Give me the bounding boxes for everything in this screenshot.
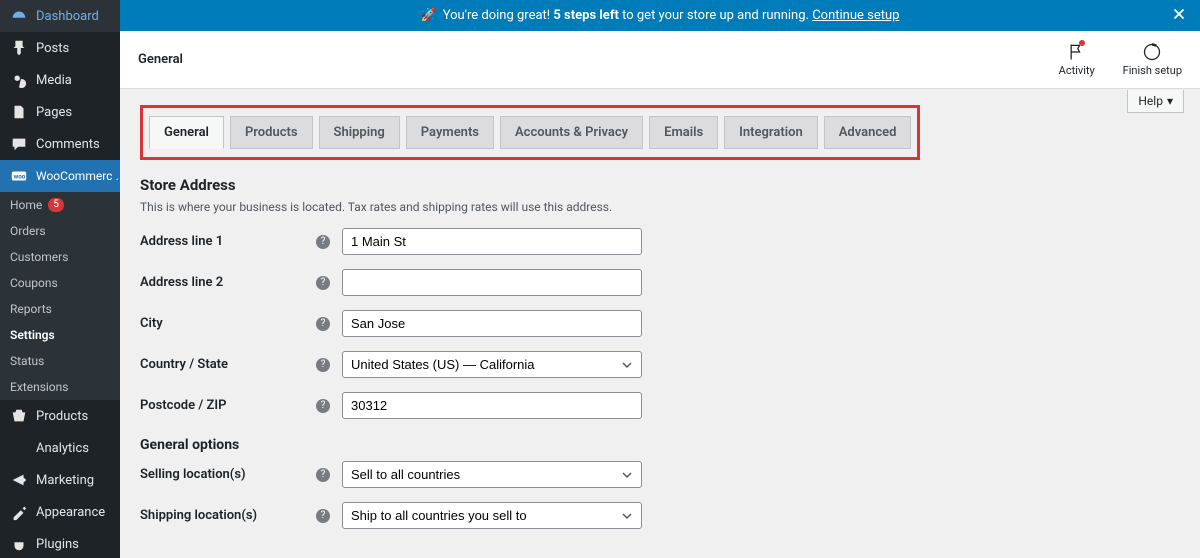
appearance-icon [10,503,28,521]
submenu-status[interactable]: Status [0,348,120,374]
help-icon[interactable]: ? [316,399,330,413]
selling-locations-select[interactable]: Sell to all countries [342,461,642,488]
submenu-customers[interactable]: Customers [0,244,120,270]
sidebar-item-dashboard[interactable]: Dashboard [0,0,120,32]
page-title: General [138,52,183,67]
close-icon [1170,5,1188,23]
help-icon[interactable]: ? [316,358,330,372]
tab-integration[interactable]: Integration [724,116,818,149]
submenu-home[interactable]: Home5 [0,192,120,218]
sidebar-item-pages[interactable]: Pages [0,96,120,128]
help-tab[interactable]: Help▾ [1127,90,1184,113]
sidebar-item-products[interactable]: Products [0,400,120,432]
address-line-1-input[interactable] [342,228,642,255]
submenu-orders[interactable]: Orders [0,218,120,244]
help-icon[interactable]: ? [316,468,330,482]
submenu-settings[interactable]: Settings [0,322,120,348]
address-line-2-input[interactable] [342,269,642,296]
activity-button[interactable]: Activity [1059,42,1095,77]
tab-advanced[interactable]: Advanced [824,116,912,149]
marketing-icon [10,471,28,489]
progress-icon [1142,42,1162,62]
sidebar-item-marketing[interactable]: Marketing [0,464,120,496]
address-line-2-label: Address line 2 [140,275,316,290]
sidebar-item-woocommerce[interactable]: woo WooCommerce [0,160,120,192]
sidebar-item-posts[interactable]: Posts [0,32,120,64]
sidebar-label: Comments [36,137,100,152]
address-line-1-label: Address line 1 [140,234,316,249]
page-header: General Activity Finish setup [120,31,1200,89]
rocket-icon: 🚀 [421,8,437,23]
sidebar-label: Products [36,409,88,424]
sidebar-item-comments[interactable]: Comments [0,128,120,160]
pages-icon [10,103,28,121]
postcode-input[interactable] [342,392,642,419]
sidebar-label: Pages [36,105,72,120]
sidebar-label: Posts [36,41,69,56]
sidebar-label: Dashboard [36,9,99,24]
finish-setup-button[interactable]: Finish setup [1123,42,1182,77]
sidebar-label: WooCommerce [36,169,119,183]
woo-icon: woo [10,167,28,185]
submenu-coupons[interactable]: Coupons [0,270,120,296]
notification-dot [1079,40,1085,46]
tab-products[interactable]: Products [230,116,313,149]
banner-close-button[interactable] [1170,5,1188,27]
city-input[interactable] [342,310,642,337]
dashboard-icon [10,7,28,25]
store-address-heading: Store Address [140,176,1180,194]
sidebar-label: Marketing [36,473,94,488]
sidebar-label: Media [36,73,72,88]
comment-icon [10,135,28,153]
submenu-extensions[interactable]: Extensions [0,374,120,400]
settings-tabs: General Products Shipping Payments Accou… [140,105,920,160]
country-state-label: Country / State [140,357,316,372]
setup-banner: 🚀 You're doing great! 5 steps left to ge… [120,0,1200,31]
sidebar-label: Plugins [36,537,79,552]
sidebar-label: Analytics [36,441,89,456]
tab-accounts-privacy[interactable]: Accounts & Privacy [500,116,643,149]
plugins-icon [10,535,28,553]
tab-shipping[interactable]: Shipping [319,116,400,149]
shipping-locations-label: Shipping location(s) [140,508,316,523]
banner-text: You're doing great! 5 steps left to get … [443,8,900,23]
store-address-description: This is where your business is located. … [140,200,1180,214]
sidebar-item-media[interactable]: Media [0,64,120,96]
svg-text:woo: woo [14,173,26,181]
sidebar-item-appearance[interactable]: Appearance [0,496,120,528]
submenu-reports[interactable]: Reports [0,296,120,322]
sidebar-item-plugins[interactable]: Plugins [0,528,120,558]
tab-general[interactable]: General [149,116,224,149]
badge: 5 [48,198,64,212]
media-icon [10,71,28,89]
tab-payments[interactable]: Payments [406,116,494,149]
sidebar-label: Appearance [36,505,105,520]
city-label: City [140,316,316,331]
shipping-locations-select[interactable]: Ship to all countries you sell to [342,502,642,529]
help-icon[interactable]: ? [316,235,330,249]
analytics-icon [10,439,28,457]
sidebar-item-analytics[interactable]: Analytics [0,432,120,464]
help-icon[interactable]: ? [316,276,330,290]
general-options-heading: General options [140,437,1180,453]
help-icon[interactable]: ? [316,509,330,523]
sidebar-submenu: Home5 Orders Customers Coupons Reports S… [0,192,120,400]
product-icon [10,407,28,425]
content-area: Help▾ General Products Shipping Payments… [120,89,1200,558]
continue-setup-link[interactable]: Continue setup [812,8,899,23]
country-state-select[interactable]: United States (US) — California [342,351,642,378]
selling-locations-label: Selling location(s) [140,467,316,482]
chevron-down-icon: ▾ [1167,94,1173,108]
admin-sidebar: Dashboard Posts Media Pages Comments woo… [0,0,120,558]
tab-emails[interactable]: Emails [649,116,718,149]
pin-icon [10,39,28,57]
help-icon[interactable]: ? [316,317,330,331]
postcode-label: Postcode / ZIP [140,398,316,413]
